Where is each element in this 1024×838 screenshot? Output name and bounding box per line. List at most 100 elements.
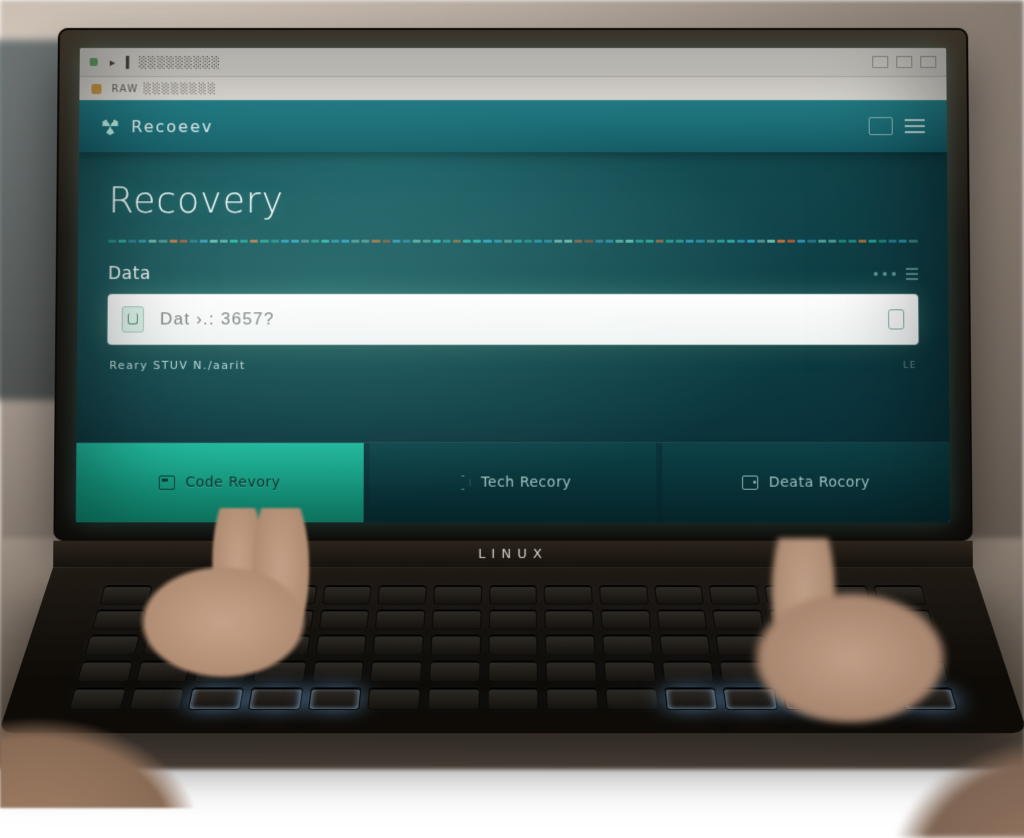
key[interactable] [487, 687, 539, 710]
key[interactable] [545, 609, 595, 629]
key[interactable] [489, 585, 537, 605]
key[interactable] [546, 687, 598, 710]
key[interactable] [262, 609, 314, 629]
tile-drive[interactable]: Deata Rocory [663, 443, 951, 522]
key[interactable] [99, 585, 152, 605]
key[interactable] [829, 634, 884, 655]
key[interactable] [600, 609, 650, 629]
key[interactable] [432, 609, 482, 629]
recovery-path-input[interactable] [158, 308, 874, 330]
window-controls[interactable] [872, 56, 936, 68]
key[interactable] [188, 687, 244, 710]
key[interactable] [210, 585, 262, 605]
page-title: Recovery [108, 180, 917, 221]
key[interactable] [546, 660, 598, 682]
section-label: Data [108, 264, 918, 284]
key[interactable] [200, 634, 254, 655]
os-menu-hint: ▸ [110, 55, 116, 68]
key[interactable] [433, 585, 482, 605]
key[interactable] [135, 660, 191, 682]
key[interactable] [874, 585, 927, 605]
key[interactable] [841, 687, 898, 710]
key[interactable] [900, 687, 958, 710]
key[interactable] [92, 609, 146, 629]
key[interactable] [488, 609, 537, 629]
key[interactable] [308, 687, 362, 710]
key[interactable] [318, 609, 369, 629]
key[interactable] [148, 609, 202, 629]
key[interactable] [367, 687, 420, 710]
key[interactable] [311, 660, 364, 682]
key[interactable] [427, 687, 479, 710]
tile-label: Code Revory [185, 475, 280, 491]
tile-card[interactable]: Code Revory [76, 443, 364, 522]
key[interactable] [773, 634, 827, 655]
key[interactable] [764, 585, 816, 605]
key[interactable] [487, 660, 538, 682]
key[interactable] [155, 585, 208, 605]
window-close-icon[interactable] [920, 56, 936, 68]
key[interactable] [602, 634, 653, 655]
key[interactable] [488, 634, 538, 655]
key[interactable] [375, 609, 426, 629]
key[interactable] [605, 687, 658, 710]
list-view-icon[interactable] [906, 268, 918, 280]
key[interactable] [84, 634, 139, 655]
key[interactable] [430, 634, 481, 655]
view-toggle-icon[interactable] [869, 117, 893, 135]
key[interactable] [835, 660, 891, 682]
key[interactable] [77, 660, 134, 682]
key[interactable] [664, 687, 718, 710]
key[interactable] [656, 609, 707, 629]
key[interactable] [142, 634, 197, 655]
key[interactable] [777, 660, 832, 682]
key[interactable] [782, 687, 838, 710]
key[interactable] [886, 634, 942, 655]
key[interactable] [373, 634, 424, 655]
window-min-icon[interactable] [872, 56, 888, 68]
key[interactable] [719, 660, 773, 682]
key[interactable] [248, 687, 303, 710]
lock-badge-icon [122, 306, 144, 332]
key[interactable] [128, 687, 185, 710]
key[interactable] [824, 609, 878, 629]
key[interactable] [545, 634, 596, 655]
key[interactable] [253, 660, 307, 682]
key[interactable] [266, 585, 317, 605]
key[interactable] [819, 585, 872, 605]
key[interactable] [709, 585, 760, 605]
key[interactable] [661, 660, 714, 682]
tile-hexsm[interactable]: Tech Recory [369, 443, 656, 522]
key[interactable] [429, 660, 481, 682]
key[interactable] [712, 609, 764, 629]
menu-button[interactable] [905, 119, 925, 133]
tab-label[interactable]: RAW ░░░░░░░░ [111, 84, 217, 95]
key[interactable] [370, 660, 422, 682]
key[interactable] [69, 687, 127, 710]
card-icon [159, 476, 175, 490]
brand-hex-icon [101, 117, 119, 135]
key[interactable] [604, 660, 656, 682]
key[interactable] [315, 634, 367, 655]
key[interactable] [257, 634, 310, 655]
key[interactable] [599, 585, 649, 605]
key[interactable] [322, 585, 372, 605]
window-max-icon[interactable] [896, 56, 912, 68]
key[interactable] [723, 687, 778, 710]
key[interactable] [893, 660, 950, 682]
key[interactable] [659, 634, 711, 655]
key[interactable] [194, 660, 249, 682]
tile-label: Deata Rocory [769, 475, 870, 491]
recovery-path-field[interactable] [107, 294, 918, 345]
key[interactable] [377, 585, 427, 605]
key[interactable] [716, 634, 769, 655]
key[interactable] [205, 609, 258, 629]
scan-activity-bar [108, 236, 917, 246]
key[interactable] [768, 609, 821, 629]
field-trailing-icon[interactable] [888, 309, 904, 329]
key[interactable] [544, 585, 593, 605]
key[interactable] [654, 585, 704, 605]
drive-icon [742, 476, 758, 490]
keyboard[interactable] [69, 585, 958, 710]
key[interactable] [880, 609, 934, 629]
